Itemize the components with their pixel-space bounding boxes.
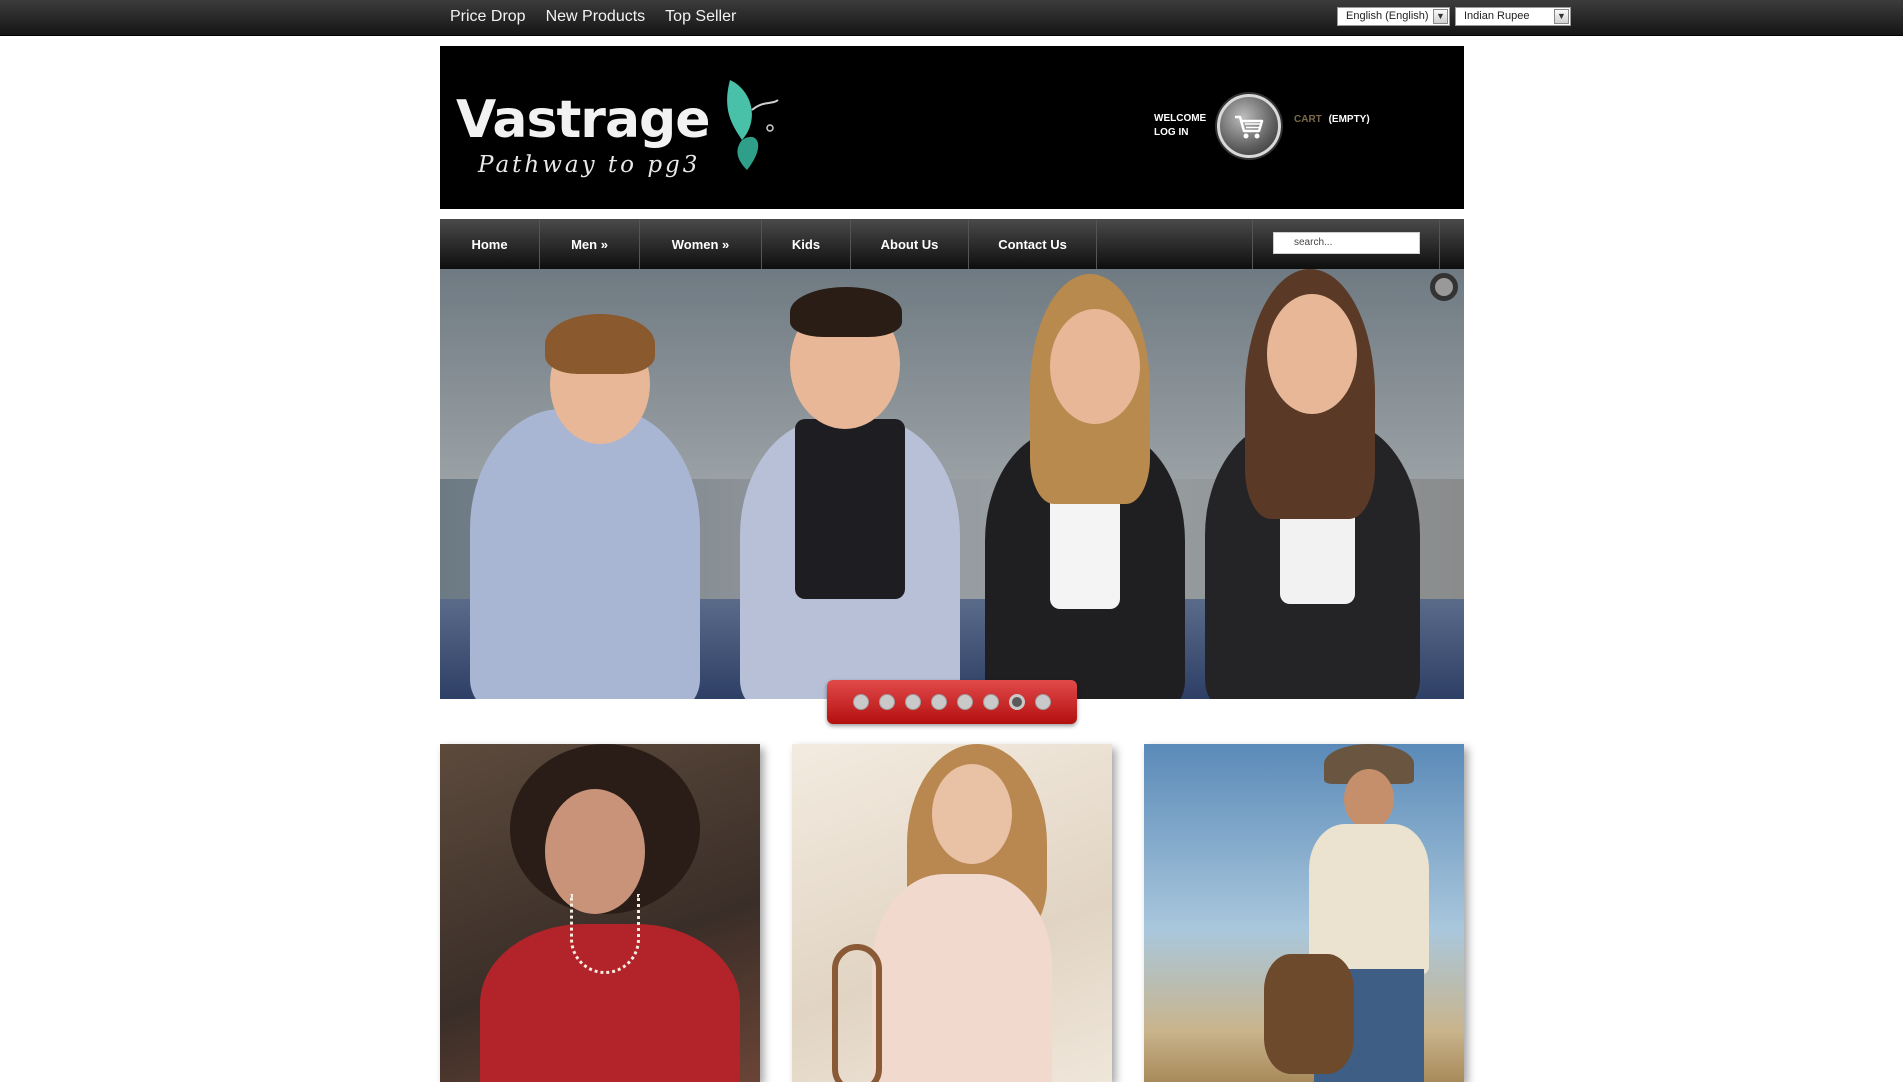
nav-kids[interactable]: Kids xyxy=(762,219,851,269)
category-tile-men[interactable] xyxy=(1144,744,1464,1082)
slider-dot[interactable] xyxy=(957,694,973,710)
login-link[interactable]: LOG IN xyxy=(1154,126,1206,140)
kid-head xyxy=(1050,309,1140,424)
site-header: Vastrage Pathway to pg3 WELCOME LOG IN C… xyxy=(440,46,1464,209)
shopping-cart-icon xyxy=(1235,115,1264,139)
shirt xyxy=(1309,824,1429,974)
search-area: search... xyxy=(1252,219,1440,269)
account-links: WELCOME LOG IN xyxy=(1154,112,1206,140)
cart-summary[interactable]: CART (EMPTY) xyxy=(1294,114,1370,125)
chevron-down-icon: ▼ xyxy=(1554,9,1569,24)
site-logo[interactable]: Vastrage Pathway to pg3 xyxy=(456,70,786,190)
dress xyxy=(872,874,1052,1082)
currency-select[interactable]: Indian Rupee ▼ xyxy=(1455,7,1571,26)
top-link-price-drop[interactable]: Price Drop xyxy=(450,8,526,26)
slider-dot[interactable] xyxy=(879,694,895,710)
hero-slider-image xyxy=(440,269,1464,699)
slider-dot[interactable] xyxy=(905,694,921,710)
logo-tagline: Pathway to pg3 xyxy=(478,152,701,178)
nav-contact-us[interactable]: Contact Us xyxy=(969,219,1097,269)
butterfly-icon xyxy=(727,80,779,170)
slider-dot[interactable] xyxy=(931,694,947,710)
kid-hair xyxy=(545,314,655,374)
slider-pause-icon[interactable] xyxy=(1430,273,1458,301)
chevron-down-icon: ▼ xyxy=(1433,9,1448,24)
cart-label: CART xyxy=(1294,114,1322,125)
saddle xyxy=(1264,954,1354,1074)
model-face xyxy=(932,764,1012,864)
kid-shirt xyxy=(795,419,905,599)
slider-dot[interactable] xyxy=(983,694,999,710)
kid-figure xyxy=(470,409,700,699)
welcome-text: WELCOME xyxy=(1154,113,1207,124)
cart-button[interactable] xyxy=(1217,94,1281,158)
top-utility-bar: Price Drop New Products Top Seller Engli… xyxy=(0,0,1903,36)
category-tile-women-western[interactable] xyxy=(792,744,1112,1082)
slider-dot-active[interactable] xyxy=(1009,694,1025,710)
kid-head xyxy=(1267,294,1357,414)
model-face xyxy=(1344,769,1394,829)
nav-home[interactable]: Home xyxy=(440,219,540,269)
category-tile-women-traditional[interactable] xyxy=(440,744,760,1082)
cart-status: (EMPTY) xyxy=(1328,114,1370,125)
chair xyxy=(832,944,882,1082)
slider-dot[interactable] xyxy=(853,694,869,710)
currency-select-value: Indian Rupee xyxy=(1464,10,1530,22)
language-select-value: English (English) xyxy=(1346,10,1429,22)
top-link-new-products[interactable]: New Products xyxy=(546,8,646,26)
slider-dot[interactable] xyxy=(1035,694,1051,710)
top-link-top-seller[interactable]: Top Seller xyxy=(665,8,736,26)
logo-text: Vastrage xyxy=(456,90,711,150)
kid-hair xyxy=(790,287,902,337)
language-select[interactable]: English (English) ▼ xyxy=(1337,7,1450,26)
nav-women[interactable]: Women » xyxy=(640,219,762,269)
top-links: Price Drop New Products Top Seller xyxy=(450,0,736,34)
main-nav: Home Men » Women » Kids About Us Contact… xyxy=(440,219,1464,269)
nav-men[interactable]: Men » xyxy=(540,219,640,269)
nav-about-us[interactable]: About Us xyxy=(851,219,969,269)
slider-pager xyxy=(827,680,1077,724)
necklace xyxy=(570,894,640,974)
slider-dots xyxy=(853,694,1051,710)
search-input[interactable]: search... xyxy=(1273,232,1420,254)
